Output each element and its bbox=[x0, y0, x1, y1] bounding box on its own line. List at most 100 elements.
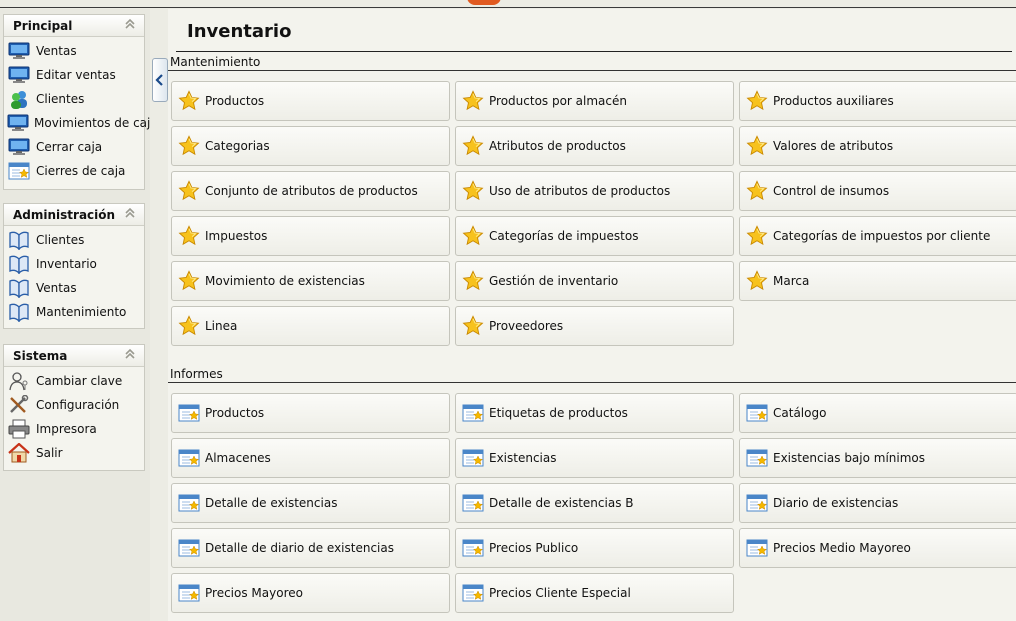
tile-label: Categorías de impuestos por cliente bbox=[773, 229, 991, 243]
tile-mantenimiento-11[interactable]: Categorías de impuestos por cliente bbox=[739, 216, 1016, 256]
section-label-informes: Informes bbox=[170, 367, 223, 381]
tile-informes-11[interactable]: Precios Medio Mayoreo bbox=[739, 528, 1016, 568]
sidebar-item-principal-5[interactable]: Cierres de caja bbox=[4, 159, 144, 183]
tile-label: Precios Cliente Especial bbox=[489, 586, 631, 600]
sidebar-item-sistema-3[interactable]: Salir bbox=[4, 441, 144, 465]
panel-administracion-header[interactable]: Administración bbox=[4, 204, 144, 226]
tile-informes-12[interactable]: Precios Mayoreo bbox=[171, 573, 450, 613]
sidebar-item-label: Cambiar clave bbox=[36, 374, 123, 388]
sidebar-item-sistema-0[interactable]: Cambiar clave bbox=[4, 369, 144, 393]
collapse-chevron-icon[interactable] bbox=[124, 348, 136, 360]
tile-label: Valores de atributos bbox=[773, 139, 894, 153]
tile-mantenimiento-0[interactable]: Productos bbox=[171, 81, 450, 121]
tile-informes-2[interactable]: Catálogo bbox=[739, 393, 1016, 433]
tile-informes-5[interactable]: Existencias bajo mínimos bbox=[739, 438, 1016, 478]
sidebar-item-principal-0[interactable]: Ventas bbox=[4, 39, 144, 63]
tile-informes-9[interactable]: Detalle de diario de existencias bbox=[171, 528, 450, 568]
star-icon bbox=[745, 179, 769, 203]
star-icon bbox=[177, 314, 201, 338]
tile-mantenimiento-13[interactable]: Gestión de inventario bbox=[455, 261, 734, 301]
sidebar-item-label: Cierres de caja bbox=[36, 164, 126, 178]
tile-label: Precios Publico bbox=[489, 541, 579, 555]
tile-mantenimiento-16[interactable]: Proveedores bbox=[455, 306, 734, 346]
sidebar-item-label: Editar ventas bbox=[36, 68, 116, 82]
tile-informes-3[interactable]: Almacenes bbox=[171, 438, 450, 478]
star-icon bbox=[461, 89, 485, 113]
tile-informes-4[interactable]: Existencias bbox=[455, 438, 734, 478]
sidebar-item-label: Mantenimiento bbox=[36, 305, 127, 319]
users-icon bbox=[7, 89, 31, 109]
star-icon bbox=[177, 134, 201, 158]
section-divider bbox=[168, 70, 1016, 71]
tile-mantenimiento-6[interactable]: Conjunto de atributos de productos bbox=[171, 171, 450, 211]
tile-informes-6[interactable]: Detalle de existencias bbox=[171, 483, 450, 523]
chevron-left-icon bbox=[155, 74, 163, 86]
tile-mantenimiento-15[interactable]: Linea bbox=[171, 306, 450, 346]
sidebar-item-sistema-2[interactable]: Impresora bbox=[4, 417, 144, 441]
panel-sistema-header[interactable]: Sistema bbox=[4, 345, 144, 367]
sidebar-item-label: Configuración bbox=[36, 398, 120, 412]
tile-mantenimiento-4[interactable]: Atributos de productos bbox=[455, 126, 734, 166]
sidebar-item-principal-4[interactable]: Cerrar caja bbox=[4, 135, 144, 159]
panel-title: Administración bbox=[13, 208, 116, 222]
tile-label: Uso de atributos de productos bbox=[489, 184, 671, 198]
report-icon bbox=[461, 581, 485, 605]
tile-mantenimiento-10[interactable]: Categorías de impuestos bbox=[455, 216, 734, 256]
tile-label: Conjunto de atributos de productos bbox=[205, 184, 418, 198]
tools-icon bbox=[7, 395, 31, 415]
tile-informes-0[interactable]: Productos bbox=[171, 393, 450, 433]
tile-mantenimiento-14[interactable]: Marca bbox=[739, 261, 1016, 301]
tile-label: Detalle de diario de existencias bbox=[205, 541, 394, 555]
collapse-chevron-icon[interactable] bbox=[124, 207, 136, 219]
sidebar-item-label: Inventario bbox=[36, 257, 97, 271]
tile-label: Categorias bbox=[205, 139, 270, 153]
monitor-icon bbox=[7, 65, 31, 85]
star-icon bbox=[745, 224, 769, 248]
user-key-icon bbox=[7, 371, 31, 391]
tile-informes-13[interactable]: Precios Cliente Especial bbox=[455, 573, 734, 613]
report-icon bbox=[745, 446, 769, 470]
tile-mantenimiento-3[interactable]: Categorias bbox=[171, 126, 450, 166]
tile-mantenimiento-5[interactable]: Valores de atributos bbox=[739, 126, 1016, 166]
report-icon bbox=[7, 161, 31, 181]
sidebar-item-principal-3[interactable]: Movimientos de caja bbox=[4, 111, 158, 135]
tile-informes-8[interactable]: Diario de existencias bbox=[739, 483, 1016, 523]
tile-label: Gestión de inventario bbox=[489, 274, 619, 288]
tile-mantenimiento-1[interactable]: Productos por almacén bbox=[455, 81, 734, 121]
sidebar-item-sistema-1[interactable]: Configuración bbox=[4, 393, 144, 417]
panel-title: Principal bbox=[13, 19, 73, 33]
sidebar-item-label: Ventas bbox=[36, 281, 77, 295]
tile-mantenimiento-2[interactable]: Productos auxiliares bbox=[739, 81, 1016, 121]
sidebar-item-administracion-2[interactable]: Ventas bbox=[4, 276, 144, 300]
report-icon bbox=[177, 491, 201, 515]
tile-label: Productos por almacén bbox=[489, 94, 627, 108]
star-icon bbox=[745, 89, 769, 113]
tile-mantenimiento-7[interactable]: Uso de atributos de productos bbox=[455, 171, 734, 211]
sidebar-item-principal-1[interactable]: Editar ventas bbox=[4, 63, 144, 87]
tile-label: Detalle de existencias bbox=[205, 496, 338, 510]
tile-informes-1[interactable]: Etiquetas de productos bbox=[455, 393, 734, 433]
tile-label: Impuestos bbox=[205, 229, 268, 243]
sidebar-item-administracion-1[interactable]: Inventario bbox=[4, 252, 144, 276]
panel-principal-header[interactable]: Principal bbox=[4, 15, 144, 37]
report-icon bbox=[461, 491, 485, 515]
star-icon bbox=[177, 224, 201, 248]
title-divider bbox=[176, 51, 1012, 52]
page-title: Inventario bbox=[187, 21, 292, 42]
tile-mantenimiento-9[interactable]: Impuestos bbox=[171, 216, 450, 256]
collapse-sidebar-button[interactable] bbox=[152, 58, 168, 102]
main-content: Inventario Mantenimiento Productos Produc… bbox=[168, 9, 1016, 621]
collapse-chevron-icon[interactable] bbox=[124, 18, 136, 30]
tile-informes-10[interactable]: Precios Publico bbox=[455, 528, 734, 568]
tile-label: Categorías de impuestos bbox=[489, 229, 639, 243]
tile-label: Precios Mayoreo bbox=[205, 586, 303, 600]
report-icon bbox=[461, 401, 485, 425]
sidebar-item-administracion-3[interactable]: Mantenimiento bbox=[4, 300, 144, 324]
tile-mantenimiento-12[interactable]: Movimiento de existencias bbox=[171, 261, 450, 301]
tile-mantenimiento-8[interactable]: Control de insumos bbox=[739, 171, 1016, 211]
sidebar-item-principal-2[interactable]: Clientes bbox=[4, 87, 144, 111]
star-icon bbox=[461, 179, 485, 203]
top-tab-notch[interactable] bbox=[467, 0, 501, 5]
sidebar-item-administracion-0[interactable]: Clientes bbox=[4, 228, 144, 252]
tile-informes-7[interactable]: Detalle de existencias B bbox=[455, 483, 734, 523]
